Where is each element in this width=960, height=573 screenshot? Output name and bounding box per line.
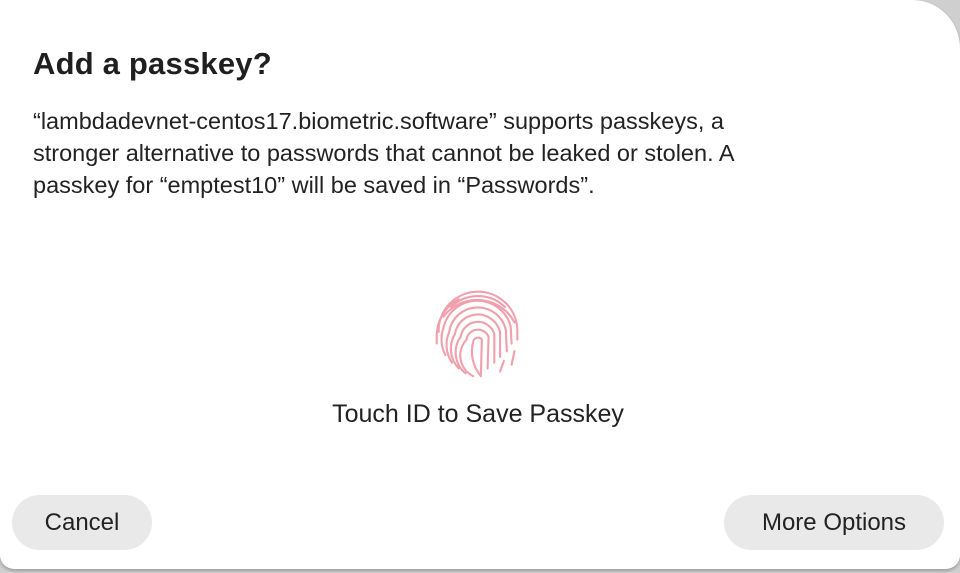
dialog-message-line: stronger alternative to passwords that c…	[33, 140, 735, 166]
dialog-title: Add a passkey?	[33, 46, 272, 81]
passkey-dialog: Add a passkey? “lambdadevnet-centos17.bi…	[0, 0, 960, 569]
touch-id-label: Touch ID to Save Passkey	[332, 400, 624, 428]
dialog-message: “lambdadevnet-centos17.biometric.softwar…	[33, 105, 923, 201]
dialog-message-line: passkey for “emptest10” will be saved in…	[33, 172, 595, 198]
cancel-button[interactable]: Cancel	[12, 495, 152, 550]
dialog-message-line: “lambdadevnet-centos17.biometric.softwar…	[33, 108, 724, 134]
more-options-button[interactable]: More Options	[724, 495, 944, 550]
fingerprint-icon	[435, 290, 519, 378]
